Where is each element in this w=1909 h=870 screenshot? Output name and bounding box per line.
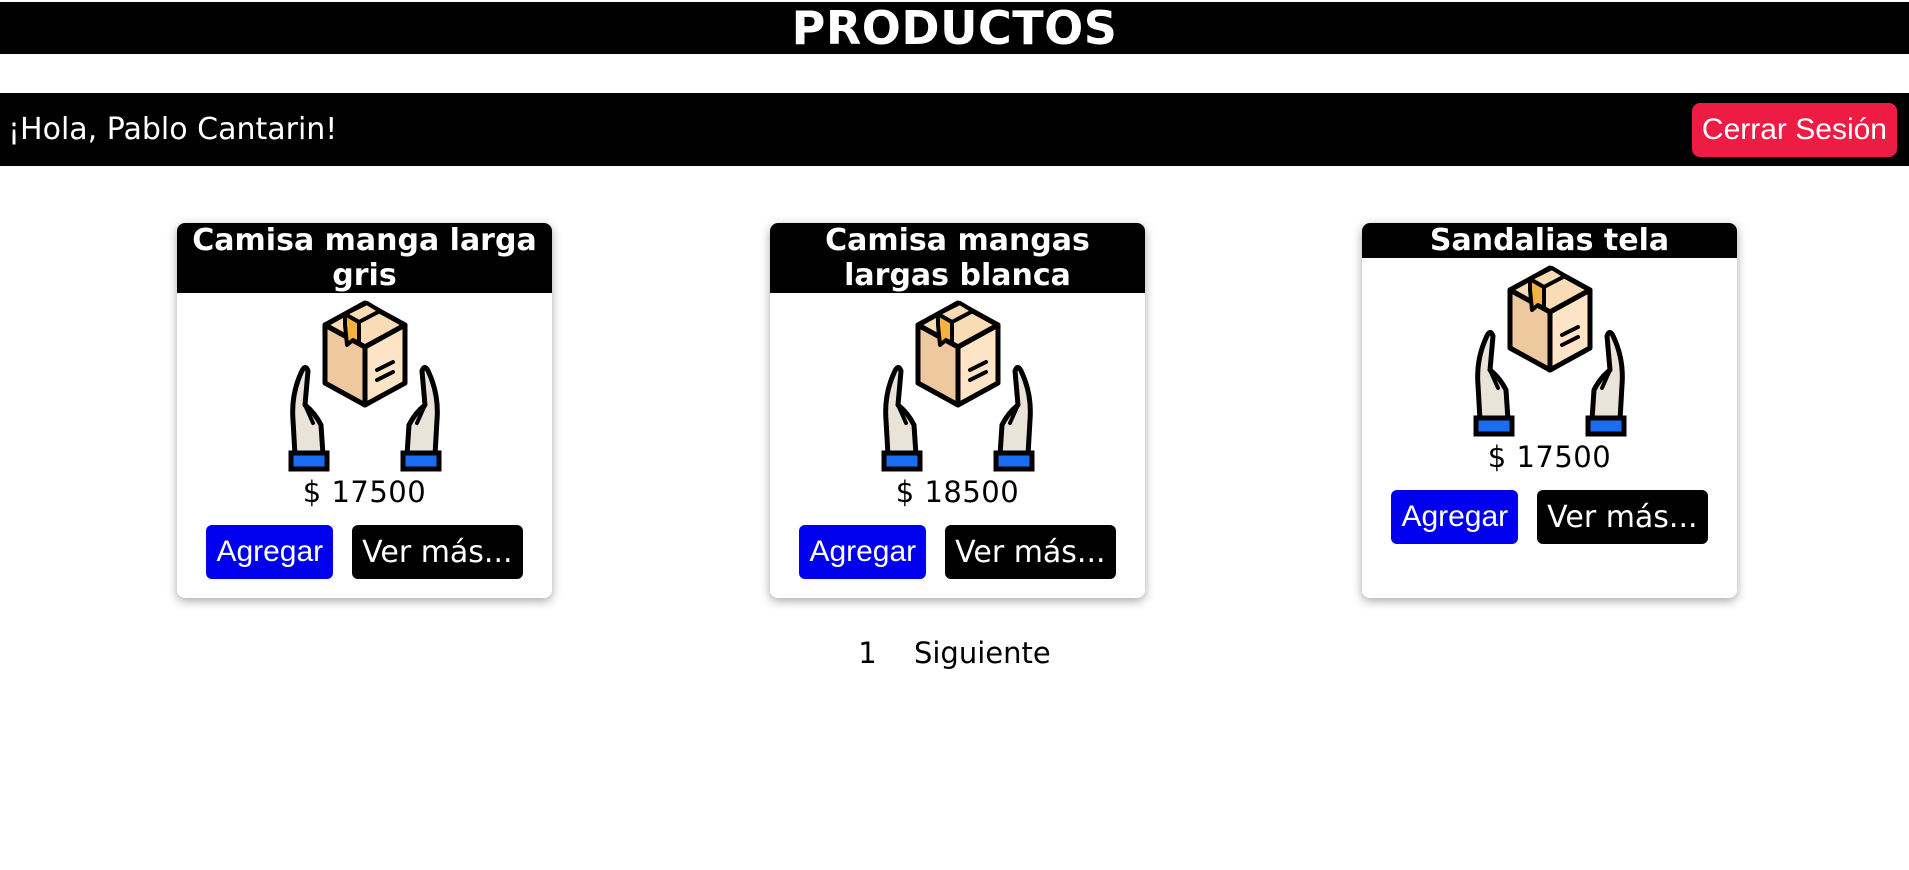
product-price: $ 17500	[302, 475, 427, 509]
product-actions: Agregar Ver más...	[1362, 490, 1737, 544]
product-actions: Agregar Ver más...	[770, 525, 1145, 579]
user-bar: ¡Hola, Pablo Cantarin! Cerrar Sesión	[0, 93, 1909, 166]
page-title: PRODUCTOS	[0, 2, 1909, 54]
add-to-cart-button[interactable]: Agregar	[206, 525, 334, 579]
user-greeting: ¡Hola, Pablo Cantarin!	[8, 112, 338, 147]
product-name: Camisa mangas largas blanca	[770, 223, 1145, 293]
box-in-hands-icon	[868, 295, 1048, 475]
product-actions: Agregar Ver más...	[177, 525, 552, 579]
pagination: 1 Siguiente	[0, 636, 1909, 670]
product-card: Sandalias tela $ 17500 Agregar Ver más..…	[1362, 223, 1737, 598]
see-more-button[interactable]: Ver más...	[352, 525, 523, 579]
box-in-hands-icon	[275, 295, 455, 475]
logout-button[interactable]: Cerrar Sesión	[1691, 103, 1897, 157]
page-number[interactable]: 1	[858, 636, 876, 670]
product-name: Camisa manga larga gris	[177, 223, 552, 293]
product-price: $ 18500	[895, 475, 1020, 509]
box-in-hands-icon	[1460, 260, 1640, 440]
next-page-link[interactable]: Siguiente	[914, 636, 1051, 670]
product-price: $ 17500	[1487, 440, 1612, 474]
see-more-button[interactable]: Ver más...	[945, 525, 1116, 579]
add-to-cart-button[interactable]: Agregar	[799, 525, 927, 579]
product-card: Camisa manga larga gris $ 17500 Agregar …	[177, 223, 552, 598]
product-name: Sandalias tela	[1362, 223, 1737, 258]
add-to-cart-button[interactable]: Agregar	[1391, 490, 1519, 544]
see-more-button[interactable]: Ver más...	[1537, 490, 1708, 544]
product-card: Camisa mangas largas blanca $ 18500 Agre…	[770, 223, 1145, 598]
